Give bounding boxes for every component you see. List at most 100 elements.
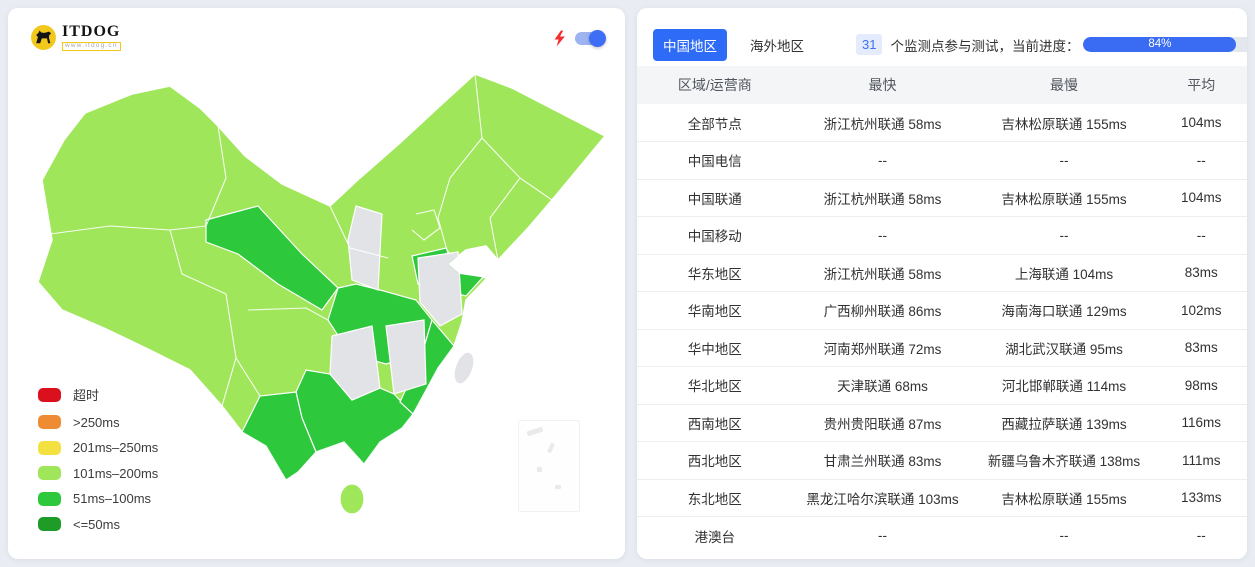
table-cell: 河南郑州联通 72ms [792, 329, 973, 367]
page: ITDOG www.itdog.cn 超时 >250ms 201ms–250ms… [0, 0, 1255, 567]
table-cell: -- [1059, 528, 1069, 543]
table-cell: 中国电信 [637, 141, 793, 180]
legend-item: 51ms–100ms [38, 491, 158, 506]
progress-bar: 84% [1083, 37, 1247, 52]
table-cell: 116ms [1155, 404, 1247, 442]
itdog-logo[interactable]: ITDOG www.itdog.cn [30, 24, 121, 51]
status-text: 个监测点参与测试，当前进度： [890, 38, 1080, 54]
map-panel: ITDOG www.itdog.cn 超时 >250ms 201ms–250ms… [8, 8, 625, 559]
map-header: ITDOG www.itdog.cn [30, 24, 606, 51]
table-row: 中国移动 -- -- -- [637, 216, 1247, 255]
results-panel: 中国地区 海外地区 31 个监测点参与测试，当前进度： 84% 区域/运营商 最快最… [637, 8, 1247, 559]
table-cell: 浙江杭州联通 58ms [792, 254, 973, 292]
table-row: 港澳台 -- -- -- [637, 517, 1247, 555]
table-cell: -- [792, 216, 973, 255]
table-cell: 111ms [1155, 441, 1247, 480]
legend-label: <=50ms [73, 516, 120, 532]
table-cell: 河北邯郸联通 114ms [972, 366, 1156, 405]
table-cell: 133ms [1155, 479, 1247, 517]
results-table: 区域/运营商 最快 最慢 平均 全部节点 浙江杭州联通 58ms 吉林松原联通 155ms… [637, 66, 1247, 554]
table-cell: 98ms [1155, 366, 1247, 405]
table-cell: 贵州贵阳联通 87ms [792, 404, 973, 442]
table-cell: 吉林松原联通 155ms [972, 479, 1156, 517]
logo-subtitle: www.itdog.cn [62, 42, 121, 51]
table-cell: 西北地区 [637, 441, 793, 480]
table-cell: 浙江杭州联通 58ms [792, 104, 973, 142]
table-cell: 东北地区 [637, 479, 793, 517]
table-row: 东北地区 黑龙江哈尔滨联通 103ms 吉林松原联通 155ms 133ms [637, 479, 1247, 517]
table-cell: 海南海口联通 129ms [972, 291, 1156, 330]
table-cell: 中国移动 [637, 216, 793, 255]
table-cell: -- [1196, 528, 1206, 543]
table-cell: 华东地区 [637, 254, 793, 292]
table-cell: -- [972, 141, 1156, 180]
hainan-island [339, 483, 365, 515]
fast-mode-toggle[interactable] [575, 30, 606, 47]
table-header-cell: 最慢 [972, 66, 1156, 104]
legend-item: 超时 [38, 385, 158, 404]
table-row: 华北地区 天津联通 68ms 河北邯郸联通 114ms 98ms [637, 366, 1247, 405]
legend-label: 201ms–250ms [73, 440, 159, 455]
progress-fill: 84% [1083, 37, 1237, 52]
table-cell: 华南地区 [637, 291, 793, 330]
table-cell: 104ms [1155, 104, 1247, 142]
table-cell: 83ms [1155, 329, 1247, 367]
latency-legend: 超时 >250ms 201ms–250ms 101ms–200ms 51ms–100ms… [38, 385, 158, 532]
progress-percent: 84% [1148, 37, 1172, 50]
logo-title: ITDOG [62, 23, 121, 41]
table-cell: 104ms [1155, 179, 1247, 217]
table-row: 华中地区 河南郑州联通 72ms 湖北武汉联通 95ms 83ms [637, 329, 1247, 367]
legend-item: 101ms–200ms [38, 466, 158, 481]
table-cell: 天津联通 68ms [792, 366, 973, 405]
table-cell: -- [878, 528, 888, 543]
table-cell: 西南地区 [637, 404, 793, 442]
legend-label: >250ms [73, 414, 120, 430]
table-cell: 新疆乌鲁木齐联通 138ms [972, 441, 1156, 480]
table-header-cell: 平均 [1155, 66, 1247, 104]
table-cell: 83ms [1155, 254, 1247, 292]
table-cell: 吉林松原联通 155ms [972, 179, 1156, 217]
table-row: 西北地区 甘肃兰州联通 83ms 新疆乌鲁木齐联通 138ms 111ms [637, 441, 1247, 480]
legend-label: 51ms–100ms [73, 491, 152, 506]
legend-color-swatch [38, 517, 61, 531]
map-controls [553, 30, 606, 47]
table-row: 全部节点 浙江杭州联通 58ms 吉林松原联通 155ms 104ms [637, 104, 1247, 142]
table-cell: 102ms [1155, 291, 1247, 330]
south-china-sea-inset [518, 420, 580, 512]
table-row: 中国电信 -- -- -- [637, 141, 1247, 180]
taiwan-island [454, 352, 474, 384]
table-cell: 吉林松原联通 155ms [972, 104, 1156, 142]
lightning-icon [554, 30, 565, 47]
legend-item: 201ms–250ms [38, 440, 158, 455]
table-header-cell: 区域/运营商 [637, 66, 793, 104]
table-body: 全部节点 浙江杭州联通 58ms 吉林松原联通 155ms 104ms 中国电信 -- --… [637, 104, 1247, 554]
table-cell: -- [1155, 216, 1247, 255]
table-row: 中国联通 浙江杭州联通 58ms 吉林松原联通 155ms 104ms [637, 179, 1247, 217]
tab-inactive[interactable]: 海外地区 [740, 29, 814, 61]
table-cell: 中国联通 [637, 179, 793, 217]
table-cell: 西藏拉萨联通 139ms [972, 404, 1156, 442]
legend-item: <=50ms [38, 517, 158, 532]
legend-item: >250ms [38, 415, 158, 430]
table-cell: 全部节点 [637, 104, 793, 142]
table-row: 华南地区 广西柳州联通 86ms 海南海口联通 129ms 102ms [637, 291, 1247, 330]
monitor-count-badge: 31 [856, 34, 883, 55]
toggle-knob [589, 30, 606, 47]
table-cell: 广西柳州联通 86ms [792, 291, 973, 330]
table-row: 华东地区 浙江杭州联通 58ms 上海联通 104ms 83ms [637, 254, 1247, 292]
legend-color-swatch [38, 440, 61, 455]
table-cell: 湖北武汉联通 95ms [972, 329, 1156, 367]
dog-icon [31, 25, 56, 50]
table-cell: 港澳台 [694, 529, 736, 545]
legend-color-swatch [38, 491, 61, 506]
table-cell: 上海联通 104ms [972, 254, 1156, 292]
results-header: 中国地区 海外地区 31 个监测点参与测试，当前进度： 84% [637, 8, 1247, 64]
table-cell: -- [972, 216, 1156, 255]
table-cell: 甘肃兰州联通 83ms [792, 441, 973, 480]
legend-color-swatch [38, 387, 61, 402]
legend-color-swatch [38, 415, 61, 429]
tab-active[interactable]: 中国地区 [653, 28, 727, 61]
table-cell: -- [1155, 141, 1247, 180]
table-cell: -- [792, 141, 973, 180]
table-header-row: 区域/运营商 最快 最慢 平均 [637, 66, 1247, 104]
